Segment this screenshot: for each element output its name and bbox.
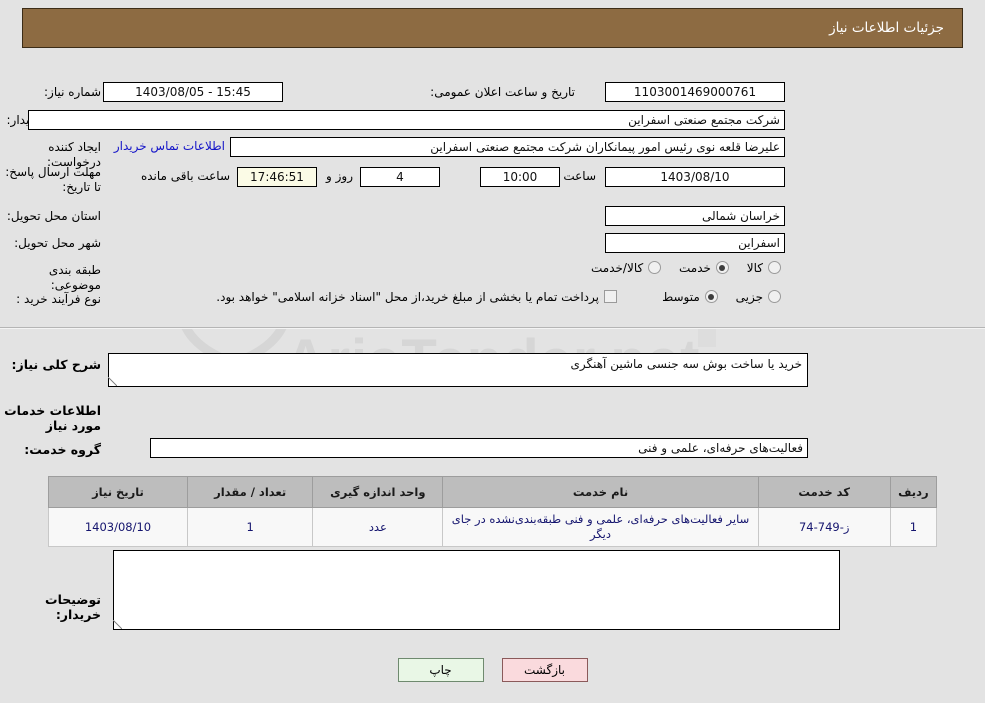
buyer-notes-resize-handle[interactable] <box>113 620 122 629</box>
remaining-days-field[interactable]: 4 <box>360 167 440 187</box>
deadline-hour-label: ساعت <box>563 169 596 183</box>
buyer-contact-link[interactable]: اطلاعات تماس خریدار <box>114 139 225 153</box>
cell-code: ز-749-74 <box>757 507 891 547</box>
radio-category-2-label: کالا/خدمت <box>591 261 644 275</box>
treasury-bond-label: پرداخت تمام یا بخشی از مبلغ خرید،از محل … <box>216 290 599 304</box>
radio-category-2[interactable] <box>648 261 662 274</box>
response-deadline-label: مهلت ارسال پاسخ: تا تاریخ: <box>5 165 101 194</box>
action-button-bar: بازگشت چاپ <box>0 658 985 682</box>
remaining-suffix-label: ساعت باقی مانده <box>140 169 230 183</box>
subject-category-radio-group: کالا خدمت کالا/خدمت <box>577 261 781 275</box>
announce-datetime-field[interactable]: 1403/08/05 - 15:45 <box>103 82 283 102</box>
general-description-label: شرح کلی نیاز: <box>11 357 101 372</box>
delivery-city-label: شهر محل تحویل: <box>14 236 101 250</box>
buyer-org-field[interactable]: شرکت مجتمع صنعتی اسفراین <box>28 110 785 130</box>
page-title: جزئیات اطلاعات نیاز <box>829 20 944 36</box>
delivery-city-field[interactable]: اسفراین <box>605 233 785 253</box>
announce-datetime-label: تاریخ و ساعت اعلان عمومی: <box>430 85 575 99</box>
cell-date: 1403/08/10 <box>48 507 188 547</box>
back-button[interactable]: بازگشت <box>501 658 588 682</box>
general-description-textarea[interactable]: خرید یا ساخت بوش سه جنسی ماشین آهنگری <box>108 353 808 387</box>
treasury-bond-checkbox[interactable] <box>604 290 617 303</box>
buyer-notes-textarea[interactable] <box>113 550 840 630</box>
radio-category-0[interactable] <box>768 261 781 274</box>
service-group-field[interactable]: فعالیت‌های حرفه‌ای، علمی و فنی <box>150 438 808 458</box>
window-title-bar: جزئیات اطلاعات نیاز <box>22 8 963 48</box>
th-name: نام خدمت <box>442 476 759 508</box>
purchase-process-label: نوع فرآیند خرید : <box>16 292 101 306</box>
radio-process-1[interactable] <box>704 290 718 303</box>
print-button[interactable]: چاپ <box>397 658 484 682</box>
th-code: کد خدمت <box>757 476 891 508</box>
treasury-bond-option: پرداخت تمام یا بخشی از مبلغ خرید،از محل … <box>202 290 617 304</box>
th-radif: ردیف <box>889 476 938 508</box>
cell-radif: 1 <box>889 507 938 547</box>
need-number-label: شماره نیاز: <box>44 85 101 99</box>
deadline-date-field[interactable]: 1403/08/10 <box>605 167 785 187</box>
th-date: تاریخ نیاز <box>48 476 188 508</box>
purchase-process-radio-group: جزیی متوسط <box>648 290 781 304</box>
radio-category-1[interactable] <box>715 261 729 274</box>
radio-category-1-label: خدمت <box>679 261 711 275</box>
delivery-province-label: استان محل تحویل: <box>6 209 101 223</box>
subject-category-label: طبقه بندی موضوعی: <box>48 263 101 292</box>
radio-category-0-label: کالا <box>746 261 763 275</box>
table-header-row: ردیف کد خدمت نام خدمت واحد اندازه گیری ت… <box>48 476 938 508</box>
remaining-days-label: روز و <box>326 169 353 183</box>
cell-qty: 1 <box>186 507 314 547</box>
table-row: 1 ز-749-74 سایر فعالیت‌های حرفه‌ای، علمی… <box>48 507 938 547</box>
th-qty: تعداد / مقدار <box>186 476 314 508</box>
services-section-title: اطلاعات خدمات مورد نیاز <box>4 403 101 433</box>
section-divider <box>0 327 985 329</box>
need-number-field[interactable]: 1103001469000761 <box>605 82 785 102</box>
cell-unit: عدد <box>312 507 444 547</box>
request-creator-field[interactable]: علیرضا قلعه نوی رئیس امور پیمانکاران شرک… <box>230 137 785 157</box>
radio-process-1-label: متوسط <box>662 290 700 304</box>
need-info-panel: شماره نیاز: 1103001469000761 تاریخ و ساع… <box>0 57 985 327</box>
deadline-time-field[interactable]: 10:00 <box>480 167 560 187</box>
service-group-label: گروه خدمت: <box>24 442 101 457</box>
delivery-province-field[interactable]: خراسان شمالی <box>605 206 785 226</box>
remaining-clock-field: 17:46:51 <box>237 167 317 187</box>
description-resize-handle[interactable] <box>108 377 117 386</box>
radio-process-0-label: جزیی <box>735 290 763 304</box>
services-table: ردیف کد خدمت نام خدمت واحد اندازه گیری ت… <box>48 476 938 547</box>
cell-name: سایر فعالیت‌های حرفه‌ای، علمی و فنی طبقه… <box>442 507 759 547</box>
buyer-notes-label: توضیحات خریدار: <box>45 592 101 622</box>
th-unit: واحد اندازه گیری <box>312 476 444 508</box>
radio-process-0[interactable] <box>768 290 781 303</box>
